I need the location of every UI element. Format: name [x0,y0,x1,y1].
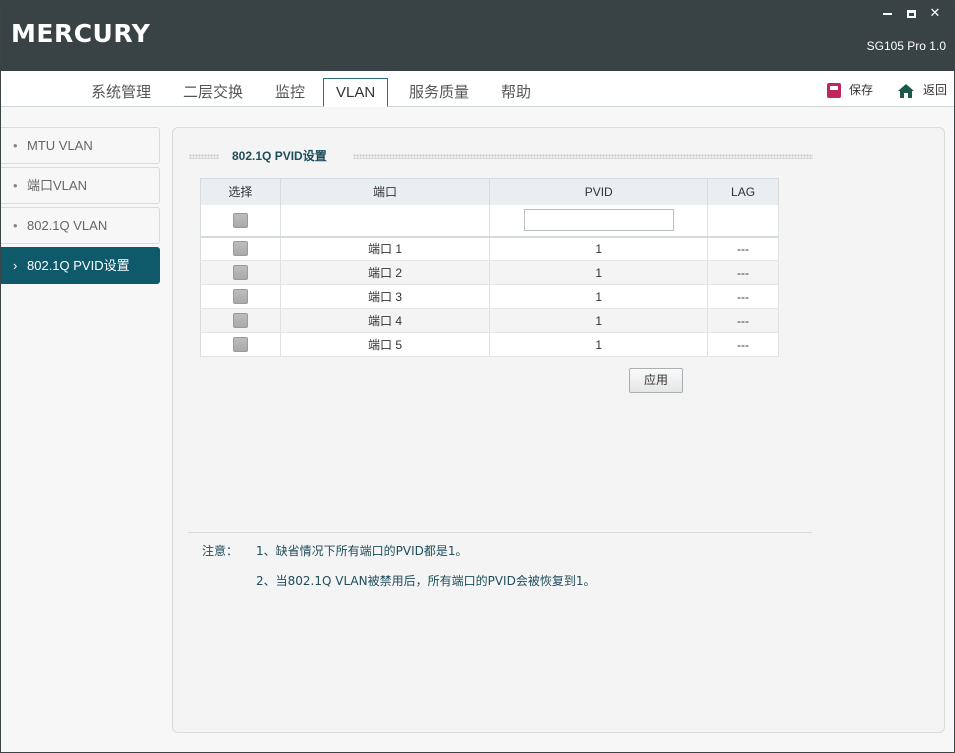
section-title: 802.1Q PVID设置 [232,149,327,163]
note-line-1: 1、缺省情况下所有端口的PVID都是1。 [256,544,468,558]
port-cell: 端口 3 [280,284,491,309]
save-icon [827,83,841,98]
bullet-icon: • [13,178,18,193]
lag-cell: --- [707,236,779,261]
column-header-lag: LAG [707,178,779,205]
minimize-icon [882,12,892,15]
row-checkbox[interactable] [232,289,248,305]
row-checkbox[interactable] [232,241,248,257]
sidebar-item-8021q-vlan[interactable]: • 802.1Q VLAN [1,207,160,244]
sidebar-item-label: 端口VLAN [27,178,87,193]
maximize-button[interactable] [902,5,920,23]
save-label: 保存 [849,83,874,97]
note-label: 注意： [202,544,239,558]
pvid-input[interactable] [523,209,674,231]
row-checkbox[interactable] [232,313,248,329]
lag-cell: --- [707,284,779,309]
apply-button[interactable]: 应用 [629,368,683,393]
lag-cell: --- [707,308,779,333]
sidebar-item-label: MTU VLAN [27,138,93,153]
divider [188,532,812,533]
tab-vlan[interactable]: VLAN [323,78,389,107]
save-button[interactable]: 保存 [827,80,873,100]
back-button[interactable]: 返回 [897,80,947,100]
sidebar-item-port-vlan[interactable]: • 端口VLAN [1,167,160,204]
section-header: 802.1Q PVID设置 [189,146,813,166]
tab-monitoring[interactable]: 监控 [273,81,307,107]
dotted-divider [189,154,219,159]
minimize-button[interactable] [878,5,896,23]
column-header-select: 选择 [200,178,281,205]
table-row: 端口 2 1 --- [200,260,779,285]
home-icon [897,83,915,99]
table-row: 端口 3 1 --- [200,284,779,309]
bullet-icon: • [13,218,18,233]
port-cell: 端口 4 [280,308,491,333]
pvid-cell: 1 [489,308,709,333]
brand-logo: MERCURY [11,19,151,48]
pvid-cell: 1 [489,332,709,357]
table-row: 端口 1 1 --- [200,236,779,261]
chevron-right-icon: › [13,258,18,273]
main-tab-bar: 系统管理 二层交换 监控 VLAN 服务质量 帮助 保存 返回 [1,71,954,107]
dotted-divider [353,154,813,159]
table-row: 端口 5 1 --- [200,332,779,357]
tab-system-management[interactable]: 系统管理 [89,81,153,107]
content-panel: 802.1Q PVID设置 选择 端口 PVID LAG 端口 1 1 --- … [172,127,945,733]
lag-cell: --- [707,332,779,357]
tab-layer2-switching[interactable]: 二层交换 [181,81,245,107]
back-label: 返回 [923,83,948,97]
device-model: SG105 Pro 1.0 [866,39,946,53]
lag-cell: --- [707,260,779,285]
port-cell: 端口 2 [280,260,491,285]
note-line-2: 2、当802.1Q VLAN被禁用后，所有端口的PVID会被恢复到1。 [256,574,596,588]
tab-help[interactable]: 帮助 [499,81,533,107]
sidebar-item-8021q-pvid[interactable]: › 802.1Q PVID设置 [1,247,160,284]
column-header-pvid: PVID [489,178,709,205]
sidebar-item-label: 802.1Q VLAN [27,218,108,233]
title-bar: MERCURY SG105 Pro 1.0 ✕ [1,1,954,71]
close-button[interactable]: ✕ [926,5,944,23]
pvid-table: 选择 端口 PVID LAG 端口 1 1 --- 端口 2 1 --- 端口 … [200,178,779,357]
bullet-icon: • [13,138,18,153]
table-header-row: 选择 端口 PVID LAG [200,178,779,205]
sidebar-item-mtu-vlan[interactable]: • MTU VLAN [1,127,160,164]
tab-qos[interactable]: 服务质量 [407,81,471,107]
pvid-cell: 1 [489,260,709,285]
sidebar-item-label: 802.1Q PVID设置 [27,258,130,273]
batch-edit-row [200,204,779,238]
app-window: MERCURY SG105 Pro 1.0 ✕ 系统管理 二层交换 监控 VLA… [0,0,955,753]
row-checkbox[interactable] [232,265,248,281]
port-cell: 端口 5 [280,332,491,357]
port-cell: 端口 1 [280,236,491,261]
row-checkbox[interactable] [232,337,248,353]
pvid-cell: 1 [489,284,709,309]
close-icon: ✕ [929,6,941,21]
pvid-cell: 1 [489,236,709,261]
table-row: 端口 4 1 --- [200,308,779,333]
maximize-icon [906,9,916,18]
select-all-checkbox[interactable] [232,212,248,228]
column-header-port: 端口 [280,178,491,205]
